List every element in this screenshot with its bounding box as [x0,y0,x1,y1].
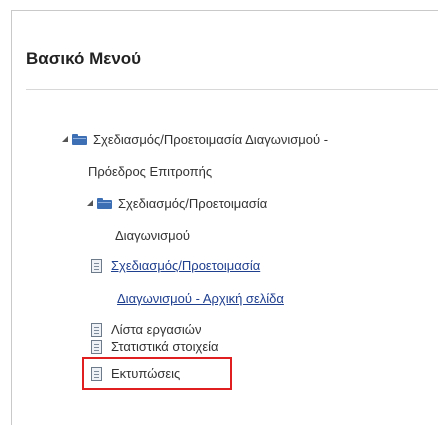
tree-child-node[interactable]: Σχεδιασμός/Προετοιμασία [87,196,267,211]
list-item-printouts[interactable]: Εκτυπώσεις [91,366,180,381]
home-page-link-continued[interactable]: Διαγωνισμού - Αρχική σελίδα [117,291,284,306]
tree-root-label[interactable]: Σχεδιασμός/Προετοιμασία Διαγωνισμού - [93,132,328,147]
tree-child-label[interactable]: Σχεδιασμός/Προετοιμασία [118,196,267,211]
page-icon [91,258,102,273]
folder-icon [72,134,87,145]
printouts-label[interactable]: Εκτυπώσεις [111,366,180,381]
tree-root-node[interactable]: Σχεδιασμός/Προετοιμασία Διαγωνισμού - [62,132,328,147]
task-list-label[interactable]: Λίστα εργασιών [111,322,201,337]
folder-icon [97,198,112,209]
tree-root-label-continued[interactable]: Πρόεδρος Επιτροπής [88,164,212,179]
tree-child-label-continued[interactable]: Διαγωνισμού [115,228,190,243]
home-page-link[interactable]: Σχεδιασμός/Προετοιμασία [111,258,260,273]
list-item-task-list[interactable]: Λίστα εργασιών [91,322,201,337]
panel-title: Βασικό Μενού [26,49,142,68]
statistics-label[interactable]: Στατιστικά στοιχεία [111,339,219,354]
list-item-home-page[interactable]: Σχεδιασμός/Προετοιμασία [91,258,260,273]
list-item-statistics-row[interactable]: Στατιστικά στοιχεία [91,339,219,354]
title-divider [26,89,438,90]
expanded-caret-icon[interactable] [62,135,68,142]
page-icon [91,322,102,337]
page-icon [91,339,102,354]
expanded-caret-icon[interactable] [87,199,93,206]
page-icon [91,366,102,381]
